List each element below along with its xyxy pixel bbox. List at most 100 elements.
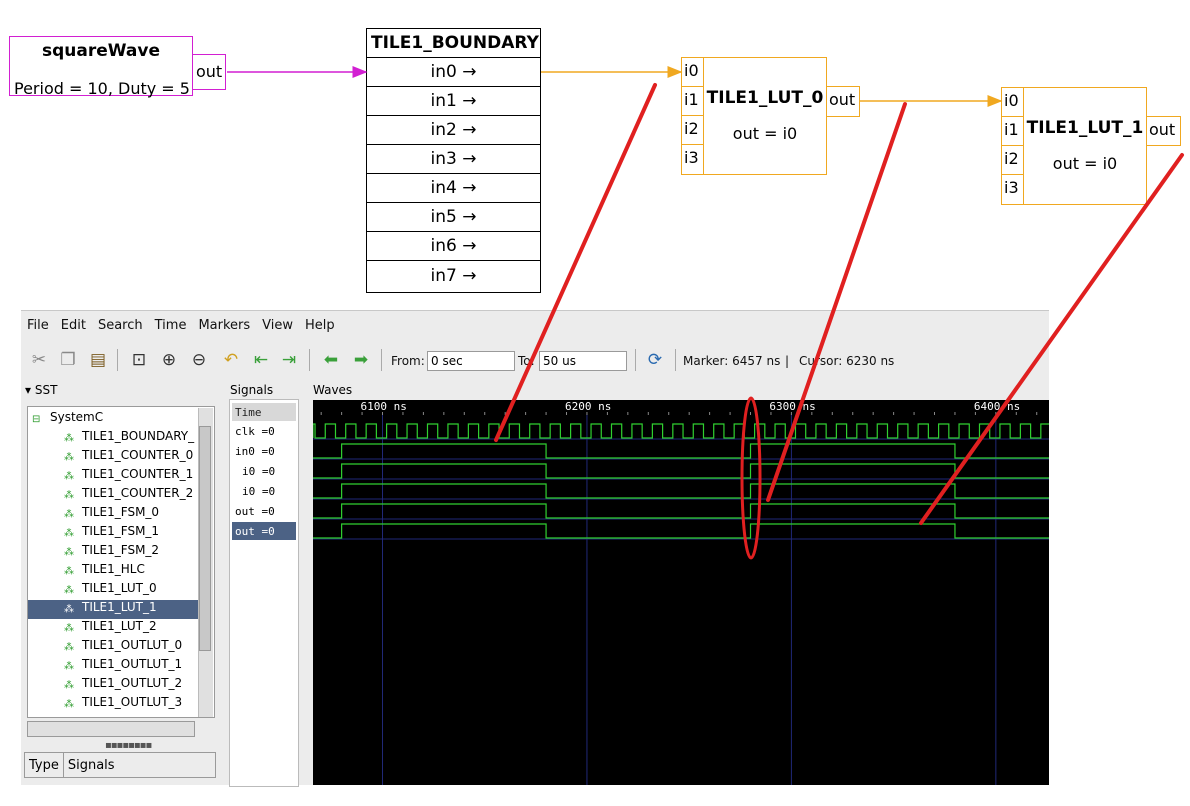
gtkwave-window: File Edit Search Time Markers View Help … (21, 310, 1049, 787)
reload-icon[interactable]: ⟳ (643, 348, 667, 372)
signal-waveform[interactable] (313, 523, 1049, 539)
sst-tree-item[interactable]: ⁂ TILE1_OUTLUT_1 (28, 657, 198, 676)
time-tick-label: 6300 ns (769, 400, 815, 413)
undo-icon[interactable]: ↶ (219, 348, 243, 372)
lut0-input-i3: i3 (681, 144, 704, 175)
sst-scroll-thumb[interactable] (199, 426, 211, 651)
module-icon: ⁂ (64, 471, 74, 482)
sst-tree-item[interactable]: ⁂ TILE1_COUNTER_2 (28, 486, 198, 505)
lut0-name: TILE1_LUT_0 (706, 88, 824, 108)
sst-horizontal-scrollbar[interactable] (27, 721, 195, 737)
signal-row[interactable]: out =0 (232, 502, 296, 520)
sst-tree-item[interactable]: ⁂ TILE1_HLC (28, 562, 198, 581)
module-icon: ⁂ (64, 585, 74, 596)
forward-icon[interactable]: ➡ (349, 348, 373, 372)
sst-header[interactable]: ▾ SST (25, 383, 57, 397)
tree-root[interactable]: ⊟ SystemC (32, 410, 103, 429)
sst-tree-item[interactable]: ⁂ TILE1_COUNTER_1 (28, 467, 198, 486)
sst-tree-item[interactable]: ⁂ TILE1_OUTLUT_3 (28, 695, 198, 714)
sst-tree-item-label: TILE1_LUT_2 (82, 619, 157, 633)
sst-tree-item[interactable]: ⁂ TILE1_FSM_2 (28, 543, 198, 562)
readout-separator: | (785, 354, 790, 368)
lut0-input-i0: i0 (681, 57, 704, 87)
waves-canvas[interactable]: 6100 ns 6200 ns 6300 ns 6400 ns (313, 400, 1049, 785)
sst-tree-item-label: TILE1_OUTLUT_0 (82, 638, 183, 652)
toolbar-separator (309, 349, 310, 371)
pane-grip[interactable]: ▪▪▪▪▪▪▪▪ (105, 740, 152, 751)
sst-tree-item-label: TILE1_COUNTER_2 (82, 486, 194, 500)
marker-readout: Marker: 6457 ns (683, 354, 781, 368)
module-icon: ⁂ (64, 433, 74, 444)
module-icon: ⁂ (64, 452, 74, 463)
menu-markers[interactable]: Markers (192, 315, 256, 337)
signal-row[interactable]: clk =0 (232, 422, 296, 440)
toolbar-separator (675, 349, 676, 371)
signal-waveform[interactable] (313, 443, 1049, 459)
boundary-port: in3 → (367, 145, 540, 174)
clk-waveform[interactable] (313, 423, 1049, 439)
sst-tree-item-label: TILE1_HLC (82, 562, 145, 576)
type-column-header[interactable]: Type (25, 753, 64, 777)
collapse-box-icon[interactable]: ⊟ (32, 414, 46, 425)
lut1-equation: out = i0 (1052, 154, 1118, 173)
toolbar-separator (635, 349, 636, 371)
from-input[interactable]: 0 sec (427, 351, 515, 371)
zoom-fit-icon[interactable]: ⊡ (127, 348, 151, 372)
menu-help[interactable]: Help (299, 315, 341, 337)
go-end-icon[interactable]: ⇥ (277, 348, 301, 372)
sst-tree-item-label: TILE1_FSM_1 (82, 524, 160, 538)
square-wave-block: squareWave Period = 10, Duty = 5 (9, 36, 193, 98)
sst-tree[interactable]: ⊟ SystemC ⁂ TILE1_BOUNDARY_ ⁂ TILE1_COUNTER_… (27, 406, 215, 718)
type-signals-header: Type Signals (24, 752, 216, 778)
sst-tree-item-label: TILE1_OUTLUT_1 (82, 657, 183, 671)
sst-tree-item[interactable]: ⁂ TILE1_FSM_0 (28, 505, 198, 524)
signal-waveform[interactable] (313, 503, 1049, 519)
boundary-port: in2 → (367, 116, 540, 145)
sst-tree-item[interactable]: ⁂ TILE1_LUT_1 (28, 600, 198, 619)
zoom-in-icon[interactable]: ⊕ (157, 348, 181, 372)
signal-waveform[interactable] (313, 463, 1049, 479)
signals-header: Signals (230, 383, 274, 397)
sst-tree-item[interactable]: ⁂ TILE1_LUT_0 (28, 581, 198, 600)
signals-panel[interactable]: Time clk =0 in0 =0 i0 =0 i0 =0 out =0 out =0 (229, 399, 299, 787)
signal-row[interactable]: in0 =0 (232, 442, 296, 460)
sst-tree-item[interactable]: ⁂ TILE1_FSM_1 (28, 524, 198, 543)
signal-row[interactable]: i0 =0 (232, 462, 296, 480)
cut-icon[interactable]: ✂ (27, 348, 51, 372)
lut1-input-i0: i0 (1001, 87, 1024, 117)
menu-file[interactable]: File (21, 315, 55, 337)
lut1-input-i1: i1 (1001, 116, 1024, 146)
to-input[interactable]: 50 us (539, 351, 627, 371)
sst-tree-item[interactable]: ⁂ TILE1_OUTLUT_2 (28, 676, 198, 695)
paste-icon[interactable]: ▤ (86, 348, 110, 372)
sst-tree-item[interactable]: ⁂ TILE1_COUNTER_0 (28, 448, 198, 467)
signal-row[interactable]: out =0 (232, 522, 296, 540)
waveform-plot[interactable]: 6100 ns 6200 ns 6300 ns 6400 ns (313, 400, 1049, 785)
signal-row[interactable]: i0 =0 (232, 482, 296, 500)
copy-icon[interactable]: ❐ (56, 348, 80, 372)
go-start-icon[interactable]: ⇤ (249, 348, 273, 372)
sst-tree-item[interactable]: ⁂ TILE1_LUT_2 (28, 619, 198, 638)
boundary-port: in1 → (367, 87, 540, 116)
from-label: From: (391, 354, 425, 368)
sst-title: SST (34, 383, 58, 397)
menu-time[interactable]: Time (149, 315, 193, 337)
sst-tree-item-label: TILE1_COUNTER_0 (82, 448, 194, 462)
menu-search[interactable]: Search (92, 315, 149, 337)
sst-tree-item-label: TILE1_FSM_0 (82, 505, 160, 519)
tree-root-label: SystemC (50, 410, 104, 424)
menu-edit[interactable]: Edit (55, 315, 92, 337)
signals-column-header[interactable]: Signals (64, 753, 215, 777)
sst-tree-item[interactable]: ⁂ TILE1_BOUNDARY_ (28, 429, 198, 448)
back-icon[interactable]: ⬅ (319, 348, 343, 372)
sst-tree-item-label: TILE1_FSM_2 (82, 543, 160, 557)
collapse-icon[interactable]: ▾ (25, 383, 35, 397)
signal-waveform[interactable] (313, 483, 1049, 499)
menu-view[interactable]: View (256, 315, 299, 337)
lut0-input-i2: i2 (681, 115, 704, 145)
boundary-title: TILE1_BOUNDARY (367, 29, 540, 58)
sst-tree-item[interactable]: ⁂ TILE1_OUTLUT_0 (28, 638, 198, 657)
square-wave-title: squareWave (41, 41, 160, 61)
zoom-out-icon[interactable]: ⊖ (187, 348, 211, 372)
tile1-boundary-block: TILE1_BOUNDARY in0 → in1 → in2 → in3 → i… (366, 28, 541, 293)
